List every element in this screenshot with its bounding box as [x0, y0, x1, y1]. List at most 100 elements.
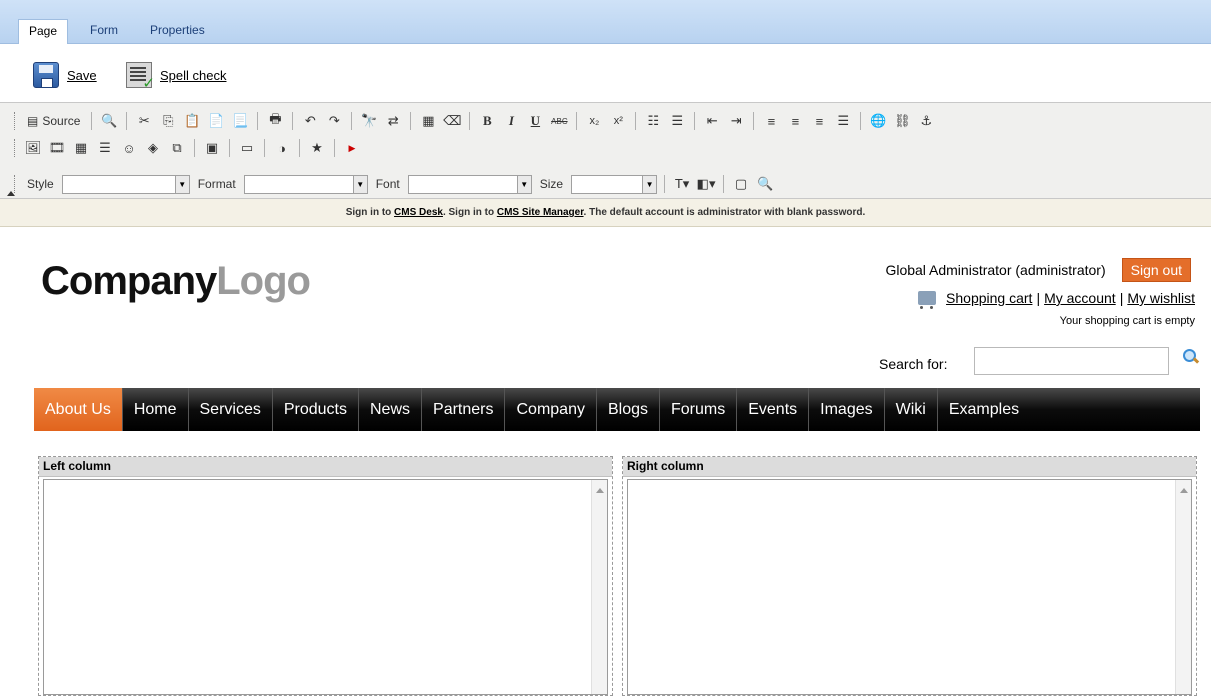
inline-widget-icon[interactable]: ▭ — [237, 138, 257, 158]
sign-out-button[interactable]: Sign out — [1121, 258, 1191, 282]
replace-icon[interactable]: ⇄ — [383, 111, 403, 131]
my-account-link[interactable]: My account — [1044, 290, 1116, 306]
subscript-icon[interactable]: x₂ — [584, 111, 604, 131]
nav-item-about-us[interactable]: About Us — [34, 388, 123, 431]
search-icon[interactable] — [1183, 349, 1199, 365]
separator — [469, 112, 471, 130]
paste-word-icon[interactable]: 📃 — [230, 111, 250, 131]
find-icon[interactable]: 🔭 — [359, 111, 379, 131]
nav-item-blogs[interactable]: Blogs — [597, 388, 660, 431]
toolbar-row-1: ▤ Source 🔍 ✂ ⎘ 📋 📄 📃 🖶 ↶ ↷ 🔭 ⇄ ▦ ⌫ B I U … — [14, 109, 936, 133]
left-column-editor[interactable] — [43, 479, 608, 695]
star-icon[interactable]: ★ — [307, 138, 327, 158]
nav-item-wiki[interactable]: Wiki — [885, 388, 938, 431]
cut-icon[interactable]: ✂ — [134, 111, 154, 131]
nav-item-home[interactable]: Home — [123, 388, 189, 431]
scrollbar[interactable] — [591, 480, 607, 694]
separator — [194, 139, 195, 157]
format-select[interactable]: ▼ — [243, 174, 368, 194]
align-right-icon[interactable]: ≡ — [809, 111, 829, 131]
nav-item-images[interactable]: Images — [809, 388, 885, 431]
spell-check-button[interactable]: Spell check — [126, 62, 226, 92]
link-icon[interactable]: 🌐 — [868, 111, 888, 131]
underline-icon[interactable]: U — [525, 111, 545, 131]
scrollbar[interactable] — [1175, 480, 1191, 694]
page-break-icon[interactable]: ⧉ — [167, 138, 187, 158]
undo-icon[interactable]: ↶ — [300, 111, 320, 131]
paste-text-icon[interactable]: 📄 — [206, 111, 226, 131]
superscript-icon[interactable]: x² — [608, 111, 628, 131]
media-icon[interactable]: 🎞 — [47, 138, 67, 158]
search-input[interactable] — [974, 347, 1169, 375]
site-manager-link[interactable]: CMS Site Manager — [497, 207, 584, 218]
redo-icon[interactable]: ↷ — [324, 111, 344, 131]
select-all-icon[interactable]: ▦ — [418, 111, 438, 131]
horizontal-rule-icon[interactable]: ☰ — [95, 138, 115, 158]
image-icon[interactable]: 🖼 — [23, 138, 43, 158]
separator — [229, 139, 230, 157]
separator — [860, 112, 862, 130]
logo-main: Company — [41, 259, 217, 303]
right-column-editor[interactable] — [627, 479, 1192, 695]
nav-item-forums[interactable]: Forums — [660, 388, 738, 431]
print-icon[interactable]: 🖶 — [265, 111, 285, 131]
font-label: Font — [375, 177, 400, 191]
nav-item-events[interactable]: Events — [737, 388, 810, 431]
align-center-icon[interactable]: ≡ — [785, 111, 805, 131]
show-blocks-icon[interactable]: ▢ — [731, 174, 751, 194]
source-label: Source — [42, 114, 81, 128]
tab-properties[interactable]: Properties — [140, 19, 215, 44]
youtube-icon[interactable]: ▶ — [342, 138, 362, 158]
numbered-list-icon[interactable]: ☷ — [643, 111, 663, 131]
left-column-zone: Left column — [38, 456, 613, 696]
indent-icon[interactable]: ⇥ — [726, 111, 746, 131]
right-column-title: Right column — [623, 457, 1196, 477]
outdent-icon[interactable]: ⇤ — [702, 111, 722, 131]
form-icon[interactable]: ▣ — [202, 138, 222, 158]
smiley-icon[interactable]: ☺ — [119, 138, 139, 158]
nav-item-company[interactable]: Company — [505, 388, 597, 431]
shopping-cart-link[interactable]: Shopping cart — [946, 290, 1032, 306]
save-button[interactable]: Save — [33, 62, 97, 88]
style-select[interactable]: ▼ — [61, 174, 190, 194]
search-label: Search for: — [879, 356, 948, 372]
nav-item-partners[interactable]: Partners — [422, 388, 506, 431]
font-select[interactable]: ▼ — [407, 174, 532, 194]
remove-format-icon[interactable]: ⌫ — [442, 111, 462, 131]
size-select[interactable]: ▼ — [571, 174, 658, 194]
company-logo[interactable]: CompanyLogo — [41, 259, 311, 304]
bold-icon[interactable]: B — [477, 111, 497, 131]
source-button[interactable]: ▤ Source — [23, 111, 84, 131]
preview-page-icon[interactable]: 🔍 — [755, 174, 775, 194]
tab-page[interactable]: Page — [18, 19, 69, 44]
toolbar-grip — [14, 112, 17, 130]
preview-icon[interactable]: 🔍 — [99, 111, 119, 131]
left-column-title: Left column — [39, 457, 612, 477]
nav-item-services[interactable]: Services — [189, 388, 273, 431]
nav-item-products[interactable]: Products — [273, 388, 359, 431]
nav-item-news[interactable]: News — [359, 388, 423, 431]
collapse-toolbar-icon[interactable] — [7, 191, 15, 196]
anchor-icon[interactable]: ⚓ — [916, 111, 936, 131]
paste-icon[interactable]: 📋 — [182, 111, 202, 131]
separator — [299, 139, 300, 157]
nav-item-examples[interactable]: Examples — [938, 388, 1030, 431]
italic-icon[interactable]: I — [501, 111, 521, 131]
separator — [635, 112, 637, 130]
table-icon[interactable]: ▦ — [71, 138, 91, 158]
strikethrough-icon[interactable]: ABC — [549, 111, 569, 131]
poll-icon[interactable]: ◑ — [272, 138, 292, 158]
align-justify-icon[interactable]: ☰ — [833, 111, 853, 131]
unlink-icon[interactable]: ⛓ — [892, 111, 912, 131]
my-wishlist-link[interactable]: My wishlist — [1127, 290, 1195, 306]
special-char-icon[interactable]: ◈ — [143, 138, 163, 158]
align-left-icon[interactable]: ≡ — [761, 111, 781, 131]
bg-color-icon[interactable]: ◧▾ — [696, 174, 716, 194]
chevron-down-icon: ▼ — [174, 175, 189, 193]
copy-icon[interactable]: ⎘ — [158, 111, 178, 131]
tab-form[interactable]: Form — [80, 19, 128, 44]
cms-desk-link[interactable]: CMS Desk — [394, 207, 443, 218]
bulleted-list-icon[interactable]: ☰ — [667, 111, 687, 131]
text-color-icon[interactable]: T▾ — [672, 174, 692, 194]
separator — [694, 112, 696, 130]
